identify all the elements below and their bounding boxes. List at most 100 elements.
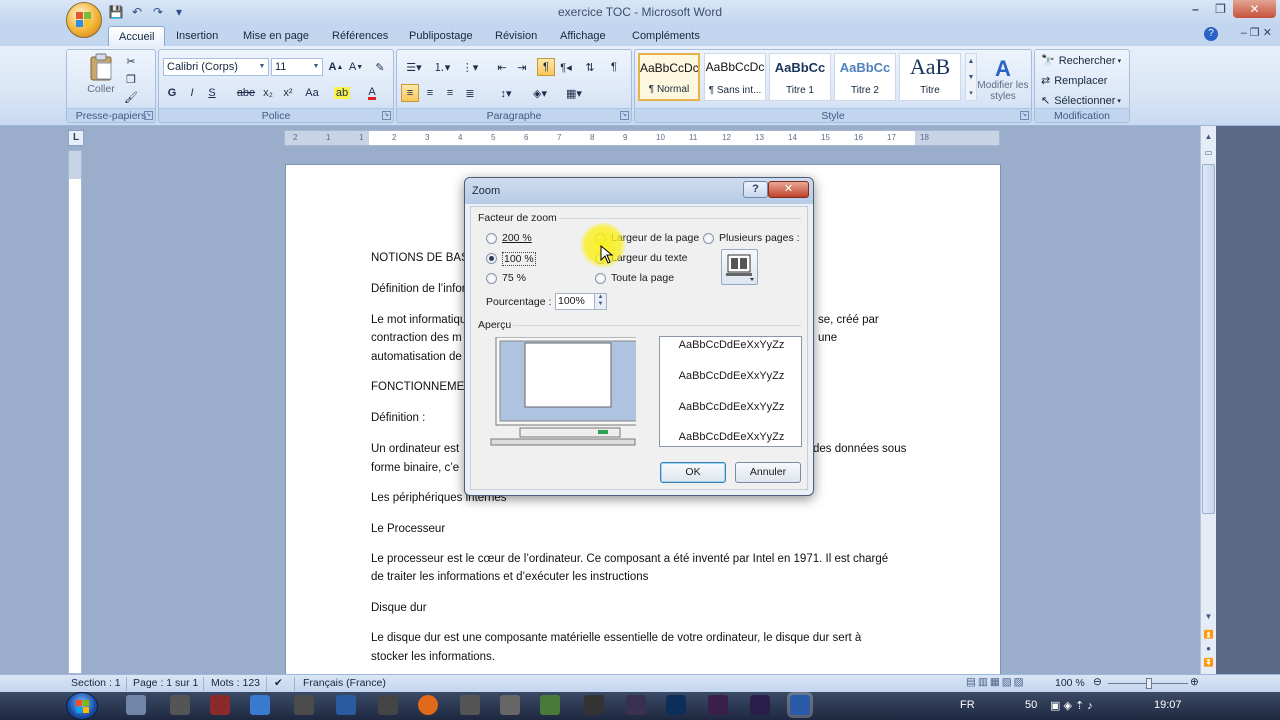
taskbar-app-icon[interactable]	[626, 695, 646, 715]
percentage-spinner[interactable]: ▲ ▼	[594, 293, 607, 310]
scrollbar-thumb[interactable]	[1202, 164, 1215, 514]
strikethrough-button[interactable]: abe	[235, 84, 257, 102]
taskbar-app-icon[interactable]	[250, 695, 270, 715]
taskbar-app-icon[interactable]	[170, 695, 190, 715]
style-no-spacing[interactable]: AaBbCcDc ¶ Sans int...	[704, 53, 766, 101]
tab-publipostage[interactable]: Publipostage	[399, 26, 483, 46]
tray-language[interactable]: FR	[960, 699, 975, 711]
taskbar-app-icon[interactable]	[460, 695, 480, 715]
align-left-icon[interactable]: ≡	[401, 84, 419, 102]
horizontal-ruler[interactable]: 2 1 1 2 3 4 5 6 7 8 9 10 11 12 13 14 15 16 17 18	[284, 130, 1000, 146]
paste-button[interactable]: Coller	[81, 52, 121, 96]
browse-object-icon[interactable]: ●	[1202, 642, 1215, 656]
style-title[interactable]: AaB Titre	[899, 53, 961, 101]
zoom-out-icon[interactable]: ⊖	[1093, 676, 1102, 688]
status-section[interactable]: Section : 1	[71, 677, 121, 689]
tab-complements[interactable]: Compléments	[622, 26, 710, 46]
maximize-button[interactable]: ❐	[1208, 0, 1233, 18]
superscript-button[interactable]: x²	[279, 84, 297, 102]
help-icon[interactable]: ?	[1204, 27, 1218, 41]
dialog-help-button[interactable]: ?	[743, 181, 768, 198]
borders-icon[interactable]: ▦▾	[561, 84, 587, 102]
zoom-slider-thumb[interactable]	[1146, 678, 1152, 689]
taskbar-app-icon[interactable]	[378, 695, 398, 715]
many-pages-button[interactable]	[721, 249, 758, 285]
prev-page-icon[interactable]: ⏫	[1202, 628, 1215, 642]
grow-font-icon[interactable]: A ▲	[327, 58, 345, 76]
taskbar-firefox-icon[interactable]	[418, 695, 438, 715]
radio-label-whole-page[interactable]: Toute la page	[611, 272, 674, 284]
numbering-icon[interactable]: ⒈▾	[429, 58, 455, 76]
align-right-icon[interactable]: ≡	[441, 84, 459, 102]
radio-many-pages[interactable]	[703, 233, 714, 244]
tab-insertion[interactable]: Insertion	[166, 26, 228, 46]
view-buttons-icon[interactable]: ▤▥▦▧▨	[966, 676, 1026, 688]
scroll-up-icon[interactable]: ▲	[1202, 130, 1215, 144]
cancel-button[interactable]: Annuler	[735, 462, 801, 483]
cut-icon[interactable]: ✂	[122, 52, 140, 70]
style-normal[interactable]: AaBbCcDc ¶ Normal	[638, 53, 700, 101]
show-marks-icon[interactable]: ¶	[605, 58, 623, 76]
spin-up-icon[interactable]: ▲	[595, 294, 606, 301]
vertical-scrollbar[interactable]: ▲ ▭ ▼ ⏫ ● ⏬	[1200, 126, 1216, 674]
subscript-button[interactable]: x₂	[259, 84, 277, 102]
radio-whole-page[interactable]	[595, 273, 606, 284]
justify-icon[interactable]: ≣	[461, 84, 479, 102]
style-heading-1[interactable]: AaBbCc Titre 1	[769, 53, 831, 101]
taskbar-premiere-icon[interactable]	[708, 695, 728, 715]
multilevel-list-icon[interactable]: ⋮▾	[457, 58, 483, 76]
tab-mise-en-page[interactable]: Mise en page	[233, 26, 319, 46]
find-button[interactable]: 🔭 Rechercher ▾	[1041, 54, 1121, 68]
taskbar-app-icon[interactable]	[336, 695, 356, 715]
shading-icon[interactable]: ◈▾	[527, 84, 553, 102]
rtl-icon[interactable]: ¶◂	[557, 58, 575, 76]
status-words[interactable]: Mots : 123	[211, 677, 260, 689]
radio-label-text-width[interactable]: Largeur du texte	[611, 252, 687, 264]
copy-icon[interactable]: ❐	[122, 70, 140, 88]
radio-label-page-width[interactable]: Largeur de la page	[611, 232, 699, 244]
radio-label-100[interactable]: 100 %	[502, 252, 536, 266]
tray-icons[interactable]: ▣ ◈ ⇡ ♪	[1050, 699, 1093, 712]
taskbar-explorer-icon[interactable]	[126, 695, 146, 715]
vertical-ruler[interactable]	[68, 150, 82, 674]
office-button[interactable]	[66, 2, 102, 38]
percentage-input[interactable]: 100%	[555, 293, 595, 310]
status-language[interactable]: Français (France)	[303, 677, 386, 689]
style-heading-2[interactable]: AaBbCc Titre 2	[834, 53, 896, 101]
dialog-close-button[interactable]: ✕	[768, 181, 809, 198]
increase-indent-icon[interactable]: ⇥	[513, 58, 531, 76]
bullets-icon[interactable]: ☰▾	[401, 58, 427, 76]
styles-launcher[interactable]: ↘	[1020, 111, 1029, 120]
select-button[interactable]: ↖ Sélectionner ▾	[1041, 94, 1121, 108]
font-launcher[interactable]: ↘	[382, 111, 391, 120]
font-size-combo[interactable]: 11 ▼	[271, 58, 323, 76]
status-zoom[interactable]: 100 %	[1055, 677, 1085, 689]
ribbon-window-controls[interactable]: – ❐ ✕	[1241, 26, 1272, 39]
bold-button[interactable]: G	[163, 84, 181, 102]
radio-label-75[interactable]: 75 %	[502, 272, 526, 284]
tab-references[interactable]: Références	[322, 26, 398, 46]
start-button[interactable]	[66, 692, 98, 720]
radio-page-width[interactable]	[595, 233, 606, 244]
underline-button[interactable]: S	[203, 84, 221, 102]
style-gallery-scroll[interactable]: ▲ ▼ ▾	[965, 53, 977, 101]
tray-clock[interactable]: 19:07	[1154, 699, 1182, 711]
line-spacing-icon[interactable]: ↕▾	[493, 84, 519, 102]
replace-button[interactable]: ⇄ Remplacer	[1041, 74, 1107, 88]
taskbar-app-icon[interactable]	[210, 695, 230, 715]
taskbar-app-icon[interactable]	[584, 695, 604, 715]
proofing-icon[interactable]: ✔	[274, 677, 283, 689]
decrease-indent-icon[interactable]: ⇤	[493, 58, 511, 76]
taskbar-app-icon[interactable]	[500, 695, 520, 715]
status-page[interactable]: Page : 1 sur 1	[133, 677, 198, 689]
change-case-button[interactable]: Aa	[301, 84, 323, 102]
ltr-icon[interactable]: ¶	[537, 58, 555, 76]
font-name-combo[interactable]: Calibri (Corps) ▼	[163, 58, 269, 76]
close-window-button[interactable]: ✕	[1233, 0, 1276, 18]
format-painter-icon[interactable]: 🖌	[122, 88, 140, 106]
radio-200[interactable]	[486, 233, 497, 244]
ok-button[interactable]: OK	[660, 462, 726, 483]
italic-button[interactable]: I	[183, 84, 201, 102]
change-styles-button[interactable]: A Modifier les styles	[977, 52, 1029, 108]
next-page-icon[interactable]: ⏬	[1202, 656, 1215, 670]
